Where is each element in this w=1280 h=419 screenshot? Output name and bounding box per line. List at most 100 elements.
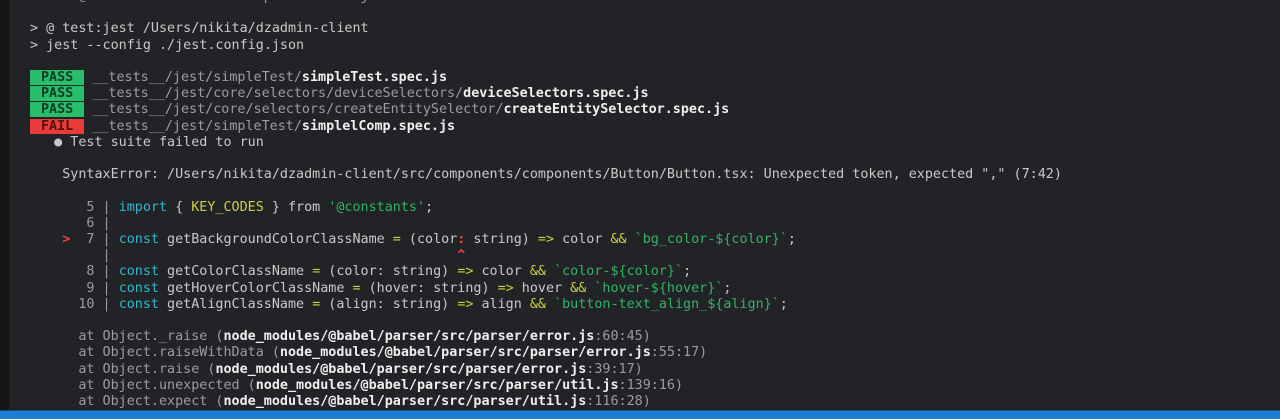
pass-status-badge: PASS <box>30 86 85 102</box>
terminal-token: 6 | <box>30 215 111 231</box>
terminal-token: 8 | <box>30 264 119 280</box>
code-frame-line-7: > 7 | const getBackgroundColorClassName … <box>30 232 1280 248</box>
terminal-token: => <box>497 280 514 296</box>
terminal-token: (hover: string) <box>360 280 498 296</box>
code-frame-line-10: 10 | const getAlignClassName = (align: s… <box>30 297 1280 313</box>
terminal-token: string) <box>465 231 538 247</box>
terminal-token: > @ test:jest /Users/nikita/dzadmin-clie… <box>30 21 369 37</box>
terminal-token: node_modules/@babel/parser/src/parser/ut… <box>223 394 587 409</box>
terminal-token: at Object.raiseWithData ( <box>30 345 280 361</box>
terminal-token: :39:17) <box>586 361 643 377</box>
terminal-token: `hover-${hover}` <box>594 280 724 296</box>
terminal-token: ; <box>425 199 434 215</box>
test-result-pass-2: PASS __tests__/jest/core/selectors/devic… <box>30 86 1280 102</box>
terminal-token: 7 | <box>70 231 119 247</box>
terminal-token: getAlignClassName <box>159 296 313 312</box>
terminal-token: (align: string) <box>320 296 458 312</box>
terminal-token: && <box>570 280 587 296</box>
terminal-token: > <box>30 231 71 247</box>
terminal-token: simplelComp.spec.js <box>301 118 456 134</box>
terminal-token: color <box>554 231 611 247</box>
terminal-token: = <box>392 231 401 247</box>
terminal-token: => <box>537 231 555 247</box>
stack-trace-line-1: at Object._raise (node_modules/@babel/pa… <box>30 329 1280 345</box>
stack-trace-line-3: at Object.raise (node_modules/@babel/par… <box>30 362 1280 378</box>
syntax-error-line: SyntaxError: /Users/nikita/dzadmin-clien… <box>30 167 1280 183</box>
terminal-token: :139:16) <box>618 377 684 393</box>
terminal-token: const <box>118 280 159 296</box>
stack-trace-line-5: at Object.expect (node_modules/@babel/pa… <box>30 394 1280 410</box>
status-bar <box>0 410 1280 419</box>
fail-status-badge: FAIL <box>30 118 85 134</box>
terminal-token: ; <box>787 231 796 247</box>
terminal-token: 9 | <box>30 280 119 296</box>
terminal-token: } from <box>263 199 329 215</box>
failure-summary-line: ● Test suite failed to run <box>30 135 1280 151</box>
terminal-token: 5 | <box>30 199 119 215</box>
terminal-token: align <box>473 296 530 312</box>
terminal-token: :60:45) <box>594 329 651 345</box>
terminal-token: __tests__/jest/simpleTest/ <box>84 69 302 85</box>
terminal-token: ; <box>683 264 692 280</box>
code-frame-caret-line: | ^ <box>30 248 1280 264</box>
terminal-token: node_modules/@babel/parser/src/parser/er… <box>279 345 651 361</box>
terminal-token: 10 | <box>30 296 119 312</box>
terminal-token: && <box>610 231 627 247</box>
terminal-token: simpleTest.spec.js <box>301 69 448 85</box>
terminal-token: createEntitySelector.spec.js <box>503 102 730 118</box>
terminal-token: node_modules/@babel/parser/src/parser/er… <box>223 329 595 345</box>
terminal-token: at Object.expect ( <box>30 394 224 409</box>
terminal-token: import <box>118 199 168 215</box>
terminal-token: nikita@asd dzadmin-client % npm run test… <box>30 0 457 4</box>
terminal-token: hover <box>513 280 571 296</box>
terminal-token: getColorClassName <box>159 264 313 280</box>
test-result-pass-1: PASS __tests__/jest/simpleTest/simpleTes… <box>30 69 1280 86</box>
terminal-token: const <box>118 231 159 247</box>
terminal-token: | <box>30 248 119 264</box>
terminal-token: node_modules/@babel/parser/src/parser/ut… <box>255 377 619 393</box>
terminal-output[interactable]: nikita@asd dzadmin-client % npm run test… <box>9 0 1280 410</box>
terminal-token: `bg_color-${color}` <box>634 231 788 247</box>
terminal-token: (color <box>400 231 458 247</box>
terminal-token: :55:17) <box>650 345 708 361</box>
terminal-token: '@constants' <box>328 199 426 215</box>
code-frame-line-9: 9 | const getHoverColorClassName = (hove… <box>30 281 1280 297</box>
terminal-token: && <box>529 296 546 312</box>
terminal-token: ● Test suite failed to run <box>30 134 264 150</box>
window-left-edge <box>0 0 9 419</box>
terminal-token: ; <box>779 296 788 312</box>
terminal-token: { <box>167 199 192 215</box>
terminal-token: getBackgroundColorClassName <box>159 231 393 247</box>
terminal-token: getHoverColorClassName <box>159 280 353 296</box>
test-result-fail-1: FAIL __tests__/jest/simpleTest/simplelCo… <box>30 118 1280 135</box>
terminal-token: => <box>457 296 474 312</box>
terminal-token: `color-${color}` <box>554 264 684 280</box>
code-frame-line-5: 5 | import { KEY_CODES } from '@constant… <box>30 200 1280 216</box>
terminal-token: at Object.unexpected ( <box>30 377 256 393</box>
terminal-token: at Object._raise ( <box>30 329 224 345</box>
terminal-token: && <box>529 264 546 280</box>
jest-command-line: > jest --config ./jest.config.json <box>30 38 1280 54</box>
terminal-token: const <box>118 296 159 312</box>
code-frame-line-6: 6 | <box>30 216 1280 232</box>
terminal-token: (color: string) <box>320 264 458 280</box>
terminal-token: ^ <box>118 248 466 264</box>
code-frame-line-8: 8 | const getColorClassName = (color: st… <box>30 264 1280 280</box>
terminal-token: __tests__/jest/simpleTest/ <box>84 118 302 134</box>
terminal-token: = <box>352 280 361 296</box>
terminal-token: SyntaxError: /Users/nikita/dzadmin-clien… <box>30 167 1062 183</box>
terminal-token: => <box>457 264 474 280</box>
pass-status-badge: PASS <box>30 69 85 85</box>
terminal-token: ; <box>723 280 732 296</box>
terminal-token: KEY_CODES <box>191 199 264 215</box>
terminal-token: const <box>118 264 159 280</box>
stack-trace-line-2: at Object.raiseWithData (node_modules/@b… <box>30 345 1280 361</box>
terminal-token: __tests__/jest/core/selectors/createEnti… <box>84 102 504 118</box>
terminal-token: node_modules/@babel/parser/src/parser/er… <box>215 361 587 377</box>
